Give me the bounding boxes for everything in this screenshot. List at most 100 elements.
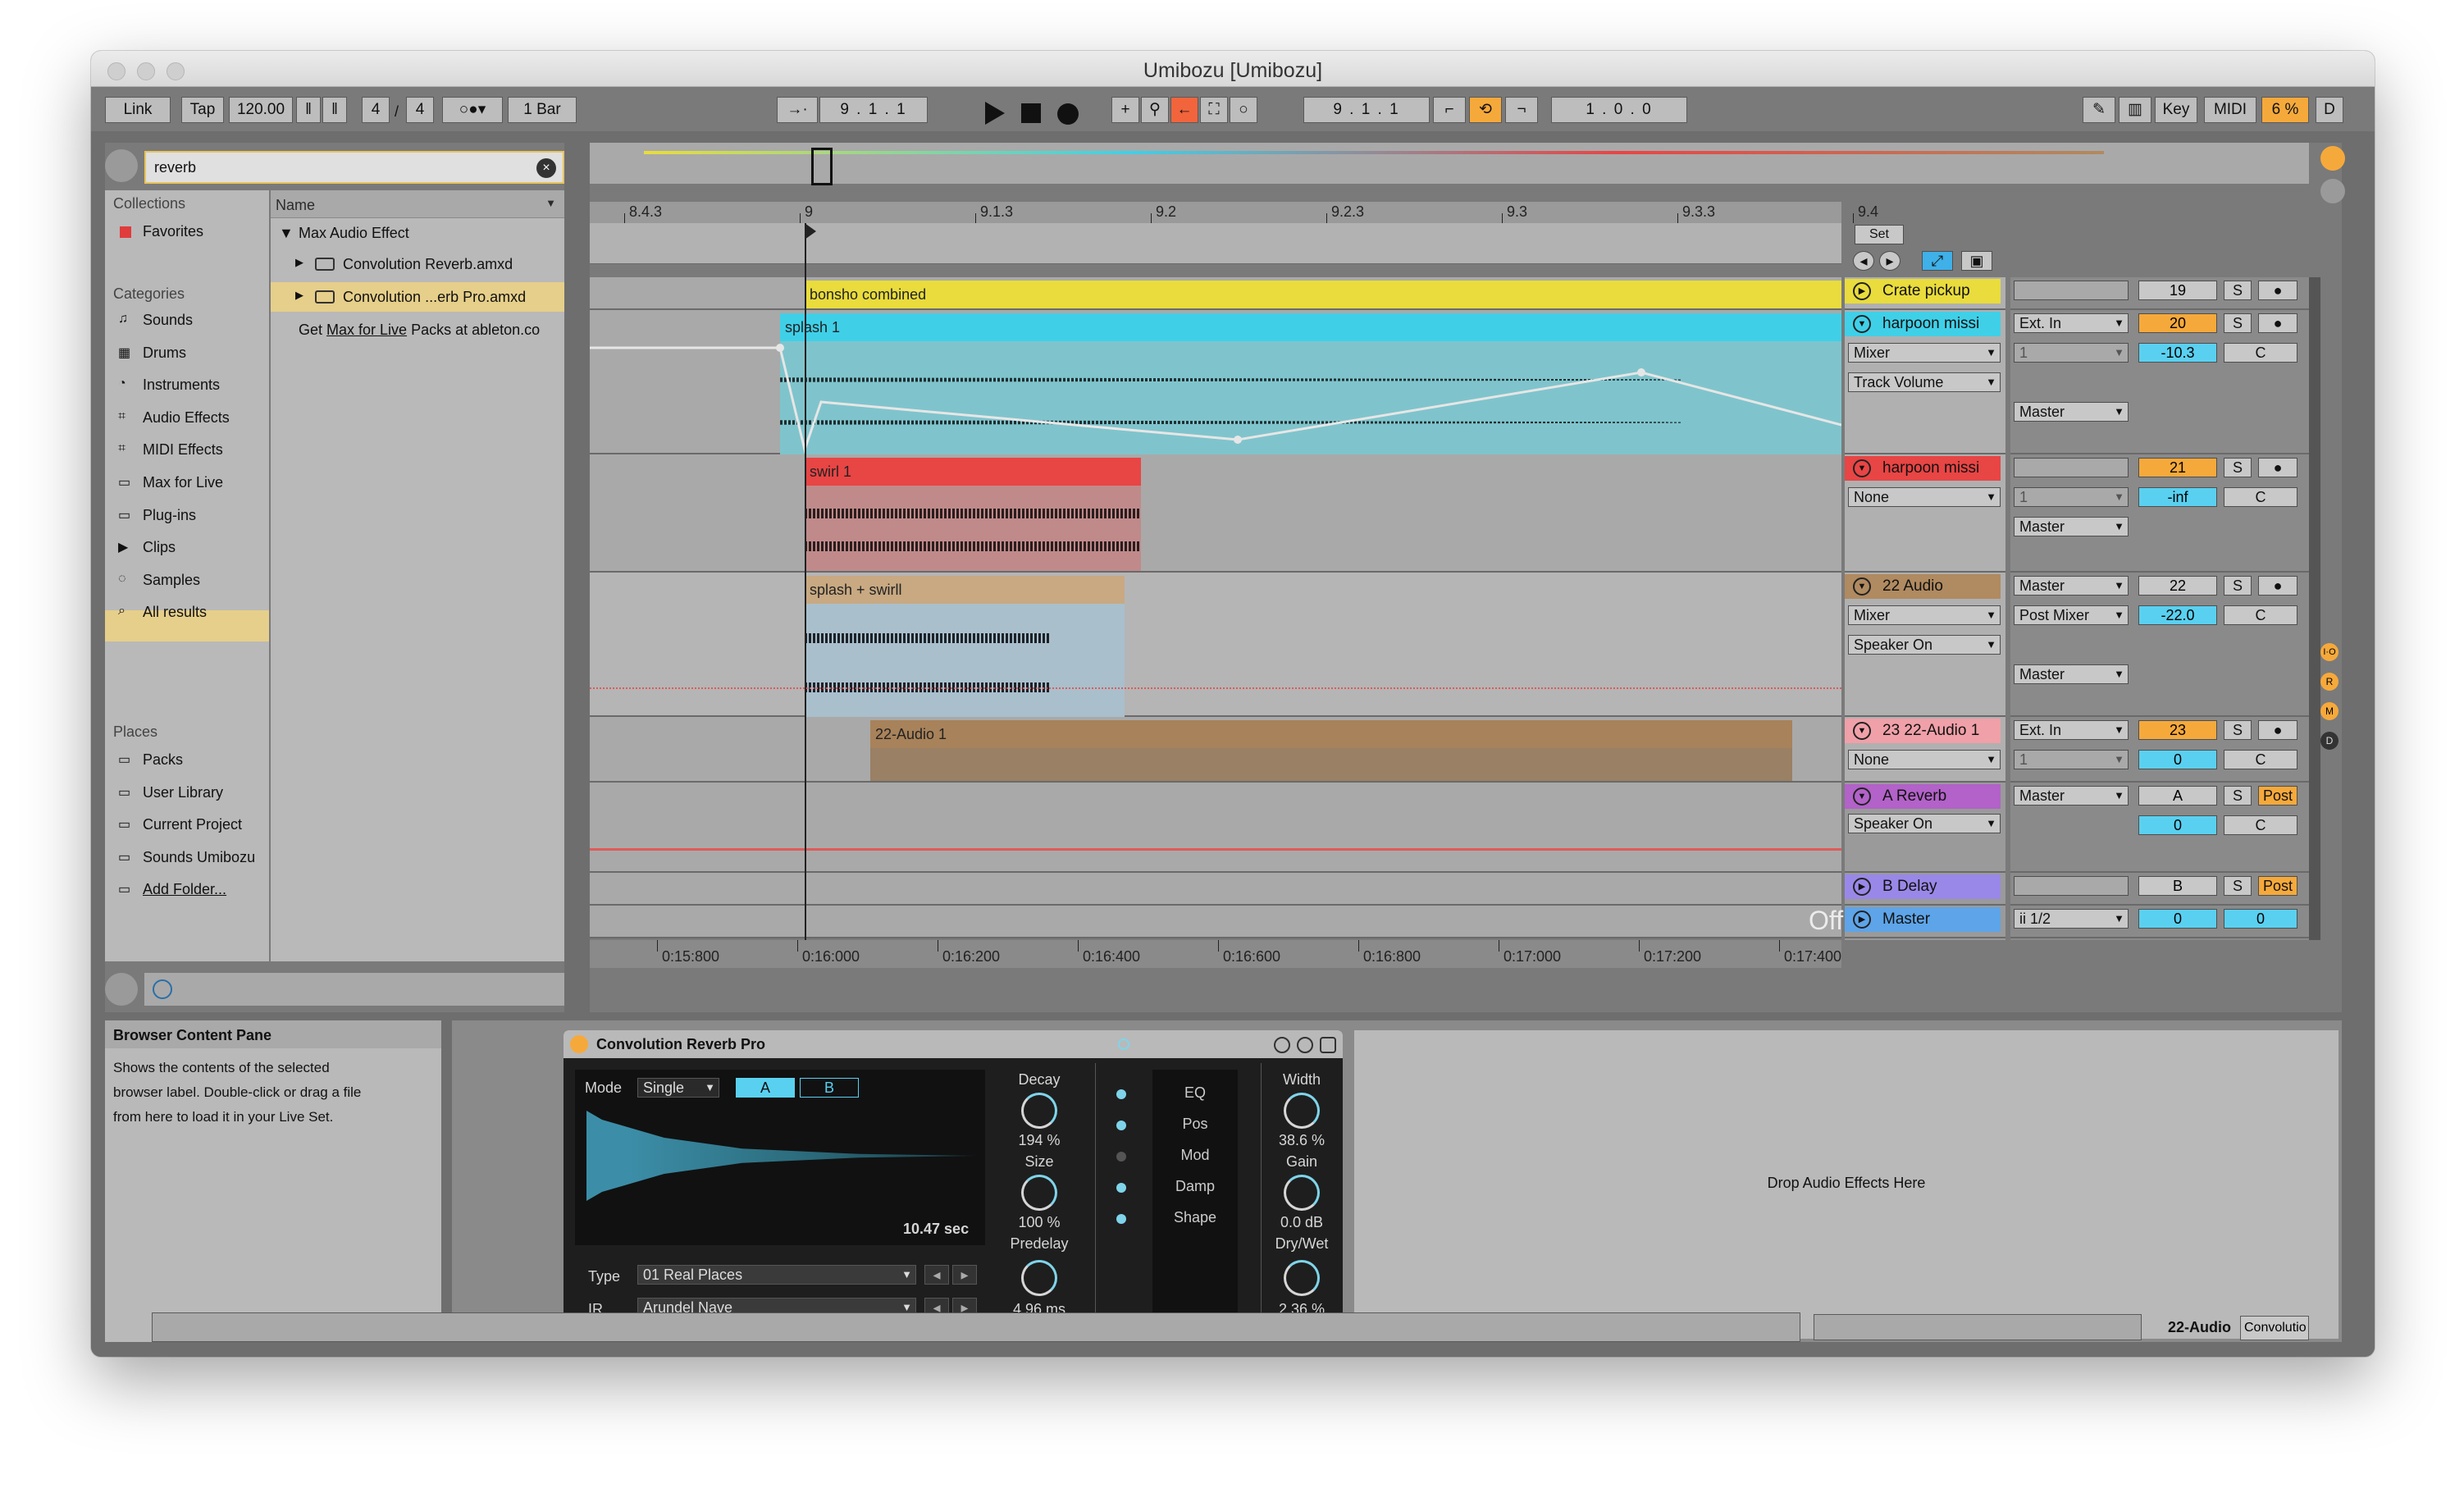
output-select[interactable]: Master (2014, 517, 2129, 536)
track-header-5[interactable]: ▼ A Reverb Speaker On (1845, 783, 2005, 873)
volume-field[interactable]: 0 (2138, 815, 2217, 835)
type-prev-icon[interactable]: ◂ (924, 1265, 949, 1285)
arm-button[interactable]: ● (2258, 458, 2297, 477)
get-packs-link[interactable]: Max for Live (326, 322, 407, 338)
stop-icon[interactable] (1021, 103, 1041, 123)
play-icon[interactable] (985, 102, 1005, 125)
track-number[interactable]: 22 (2138, 576, 2217, 596)
device-hotswap-icon[interactable] (1274, 1037, 1290, 1053)
track-fold-icon[interactable]: ▶ (1853, 911, 1871, 929)
device-title-bar[interactable]: Convolution Reverb Pro (564, 1030, 1343, 1058)
track-fold-icon[interactable]: ▼ (1853, 787, 1871, 806)
device-save-icon[interactable] (1320, 1037, 1336, 1053)
follow-icon[interactable]: →· (777, 97, 818, 123)
metronome-icon[interactable]: ○●▾ (442, 97, 503, 123)
track-name[interactable]: ▼ A Reverb (1845, 784, 2001, 809)
volume-field[interactable]: 0 (2138, 750, 2217, 769)
folder-max-audio-effect[interactable]: Max Audio Effect (299, 225, 409, 242)
sidebar-item-instruments[interactable]: Instruments (143, 377, 220, 394)
track-header-6[interactable]: ▶ B Delay (1845, 873, 2005, 906)
track-fold-icon[interactable]: ▶ (1853, 878, 1871, 896)
link-button[interactable]: Link (105, 97, 171, 123)
sidebar-item-samples[interactable]: Samples (143, 572, 200, 589)
output-select[interactable]: Master (2014, 402, 2129, 422)
loop-length-field[interactable]: 1 . 0 . 0 (1551, 97, 1687, 123)
tab-toggle-icon[interactable] (1116, 1089, 1126, 1099)
size-knob[interactable] (1021, 1175, 1057, 1211)
input-type[interactable]: Ext. In (2014, 313, 2129, 333)
solo-button[interactable]: S (2224, 720, 2252, 740)
tab-eq[interactable]: EQ (1152, 1084, 1238, 1102)
name-column-header[interactable]: Name ▼ (271, 190, 564, 218)
width-knob[interactable] (1284, 1093, 1320, 1129)
section-toggle-icon[interactable] (1118, 1038, 1129, 1050)
file-chevron-icon[interactable]: ▶ (295, 256, 303, 269)
tab-mod[interactable]: Mod (1152, 1147, 1238, 1164)
mixer-toggle-icon[interactable]: M (2320, 702, 2339, 720)
volume-field[interactable]: 0 (2138, 909, 2217, 929)
master-input[interactable]: ii 1/2 (2014, 909, 2129, 929)
track-number[interactable]: 20 (2138, 313, 2217, 333)
solo-button[interactable]: S (2224, 458, 2252, 477)
track-name[interactable]: ▶ B Delay (1845, 874, 2001, 899)
record-icon[interactable] (1057, 103, 1079, 125)
volume-field[interactable]: -inf (2138, 487, 2217, 507)
punch-in-icon[interactable]: ⌐ (1433, 97, 1466, 123)
device-chooser[interactable]: Mixer (1848, 605, 2001, 625)
tempo-field[interactable]: 120.00 (229, 97, 293, 123)
solo-button[interactable]: S (2224, 786, 2252, 806)
track-header-2[interactable]: ▼ harpoon missi None (1845, 454, 2005, 573)
loop-start-field[interactable]: 9 . 1 . 1 (1303, 97, 1430, 123)
sidebar-item-max-for-live[interactable]: Max for Live (143, 474, 223, 491)
delay-toggle-icon[interactable]: D (2320, 732, 2339, 750)
track-header-3[interactable]: ▼ 22 Audio Mixer Speaker On (1845, 573, 2005, 717)
solo-button[interactable]: S (2224, 313, 2252, 333)
sidebar-item-plug-ins[interactable]: Plug-ins (143, 507, 196, 524)
track-name[interactable]: ▶ Master (1845, 907, 2001, 932)
mode-select[interactable]: Single (637, 1078, 719, 1098)
overdub-icon[interactable]: + (1111, 97, 1139, 123)
quantize-menu[interactable]: 1 Bar (508, 97, 577, 123)
preview-headphones-icon[interactable] (153, 979, 172, 999)
track-name[interactable]: ▼ harpoon missi (1845, 456, 2001, 481)
track-name[interactable]: ▶ Crate pickup (1845, 279, 2001, 304)
file-chevron-icon[interactable]: ▶ (295, 289, 303, 302)
tab-toggle-icon[interactable] (1116, 1121, 1126, 1130)
output-select[interactable]: Master (2014, 786, 2129, 806)
clip-swirl-1[interactable]: swirl 1 (805, 458, 1141, 486)
arm-button[interactable]: ● (2258, 576, 2297, 596)
sidebar-place-2[interactable]: Current Project (143, 816, 242, 833)
clip-splash-swirll[interactable]: splash + swirll (805, 576, 1125, 604)
output-select[interactable]: Master (2014, 664, 2129, 684)
volume-field[interactable]: -10.3 (2138, 343, 2217, 363)
device-chooser[interactable]: None (1848, 487, 2001, 507)
sidebar-item-drums[interactable]: Drums (143, 345, 186, 362)
io-toggle-icon[interactable]: I·O (2320, 643, 2339, 661)
loop-ruler[interactable] (590, 223, 1841, 264)
solo-button[interactable]: S (2224, 576, 2252, 596)
tab-toggle-icon[interactable] (1116, 1152, 1126, 1162)
tab-damp[interactable]: Damp (1152, 1178, 1238, 1195)
overview-bar[interactable] (590, 143, 2309, 185)
pan-field[interactable]: C (2224, 487, 2297, 507)
search-input[interactable]: reverb × (144, 151, 564, 184)
pan-field[interactable]: C (2224, 343, 2297, 363)
track-fold-icon[interactable]: ▶ (1853, 282, 1871, 300)
pan-field[interactable]: C (2224, 815, 2297, 835)
pan-field[interactable]: C (2224, 750, 2297, 769)
param-chooser[interactable]: Speaker On (1848, 635, 2001, 655)
track-name[interactable]: ▼ 22 Audio (1845, 574, 2001, 599)
capture-icon[interactable]: ⛶ (1200, 97, 1228, 123)
session-record-icon[interactable]: ○ (1230, 97, 1257, 123)
beat-ruler[interactable]: 8.4.3 9 9.1.3 9.2 9.2.3 9.3 9.3.3 9.4 (590, 202, 1878, 223)
keyboard-icon[interactable]: ▥ (2119, 97, 2151, 123)
sidebar-place-3[interactable]: Sounds Umibozu (143, 849, 255, 866)
post-button[interactable]: Post (2258, 786, 2297, 806)
tab-pos[interactable]: Pos (1152, 1116, 1238, 1133)
browser-toggle-icon[interactable] (105, 149, 138, 182)
post-button[interactable]: Post (2258, 876, 2297, 896)
next-locator-icon[interactable]: ▸ (1879, 251, 1900, 271)
type-select[interactable]: 01 Real Places (637, 1265, 916, 1285)
file-item-0[interactable]: Convolution Reverb.amxd (343, 256, 513, 273)
device-edit-icon[interactable] (1297, 1037, 1313, 1053)
